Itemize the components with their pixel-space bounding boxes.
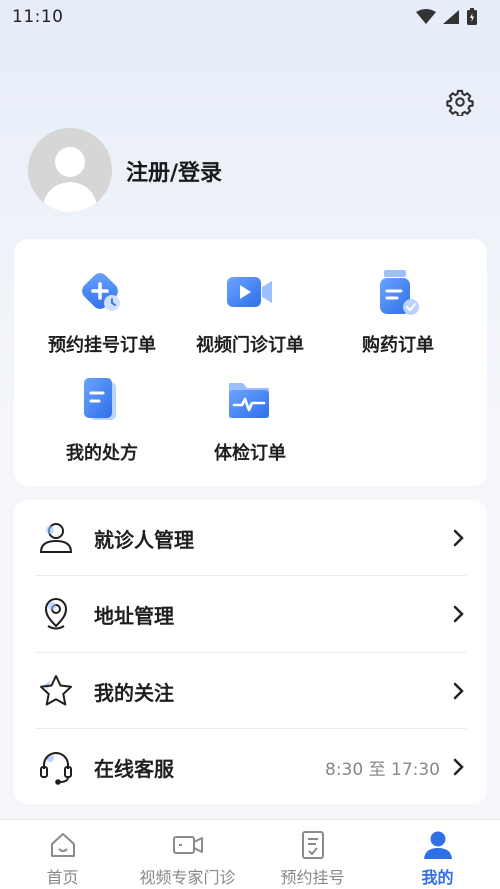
location-pin-icon	[36, 594, 76, 634]
headset-icon	[36, 747, 76, 787]
order-label: 体检订单	[214, 443, 286, 464]
order-label: 我的处方	[66, 443, 138, 464]
menu-item-label: 就诊人管理	[94, 527, 194, 552]
order-label: 视频门诊订单	[196, 335, 304, 356]
medicine-order-icon	[380, 270, 419, 315]
tab-label: 视频专家门诊	[139, 868, 236, 887]
status-bar: 11:10	[0, 0, 500, 34]
tab-appointment[interactable]: 预约挂号	[250, 820, 375, 889]
avatar-silhouette-icon	[42, 147, 98, 212]
signal-icon	[443, 10, 459, 24]
login-register-link[interactable]: 注册/登录	[126, 155, 222, 187]
order-label: 预约挂号订单	[48, 335, 156, 356]
order-video-clinic[interactable]: 视频门诊订单	[175, 261, 325, 361]
menu-item-address-management[interactable]: 地址管理	[36, 576, 466, 652]
video-camera-icon	[172, 830, 204, 860]
tab-home[interactable]: 首页	[0, 820, 125, 889]
tab-label: 首页	[46, 868, 79, 887]
settings-button[interactable]	[444, 86, 476, 118]
menu-item-label: 我的关注	[94, 680, 174, 705]
chevron-right-icon	[453, 682, 464, 700]
tab-mine[interactable]: 我的	[375, 820, 500, 889]
chevron-right-icon	[453, 758, 464, 776]
tab-video-expert-clinic[interactable]: 视频专家门诊	[125, 820, 250, 889]
battery-icon	[467, 8, 477, 25]
menu-item-online-service[interactable]: 在线客服 8:30 至 17:30	[36, 729, 466, 805]
appointment-order-icon	[82, 273, 120, 311]
menu-item-my-follows[interactable]: 我的关注	[36, 653, 466, 729]
star-icon	[36, 671, 76, 711]
bottom-tab-bar: 首页 视频专家门诊 预约挂号 我的	[0, 819, 500, 889]
status-time: 11:10	[12, 7, 64, 27]
avatar[interactable]	[28, 128, 112, 212]
person-icon	[36, 518, 76, 558]
user-icon	[422, 830, 454, 860]
order-prescription[interactable]: 我的处方	[27, 369, 177, 469]
chevron-right-icon	[453, 529, 464, 547]
video-order-icon	[227, 277, 272, 307]
order-checkup[interactable]: 体检订单	[175, 369, 325, 469]
orders-card: 预约挂号订单 视频门诊订单 购药订单 我的处方 体检订单	[14, 239, 487, 486]
order-label: 购药订单	[362, 335, 434, 356]
tab-label: 我的	[421, 868, 454, 887]
tab-label: 预约挂号	[280, 868, 345, 887]
menu-card: 就诊人管理 地址管理 我的关注 在线客服 8:30 至 17:30	[14, 500, 487, 804]
order-medicine[interactable]: 购药订单	[323, 261, 473, 361]
prescription-icon	[84, 378, 116, 420]
status-icons	[416, 8, 478, 26]
menu-item-patient-management[interactable]: 就诊人管理	[36, 500, 466, 576]
menu-item-label: 地址管理	[94, 603, 174, 628]
chevron-right-icon	[453, 605, 464, 623]
menu-item-label: 在线客服	[94, 756, 174, 781]
home-icon	[47, 830, 79, 860]
wifi-icon	[416, 9, 436, 24]
clipboard-icon	[297, 830, 329, 860]
gear-icon	[446, 89, 474, 116]
order-appointment[interactable]: 预约挂号订单	[27, 261, 177, 361]
service-hours: 8:30 至 17:30	[325, 759, 440, 780]
checkup-order-icon	[229, 383, 269, 418]
